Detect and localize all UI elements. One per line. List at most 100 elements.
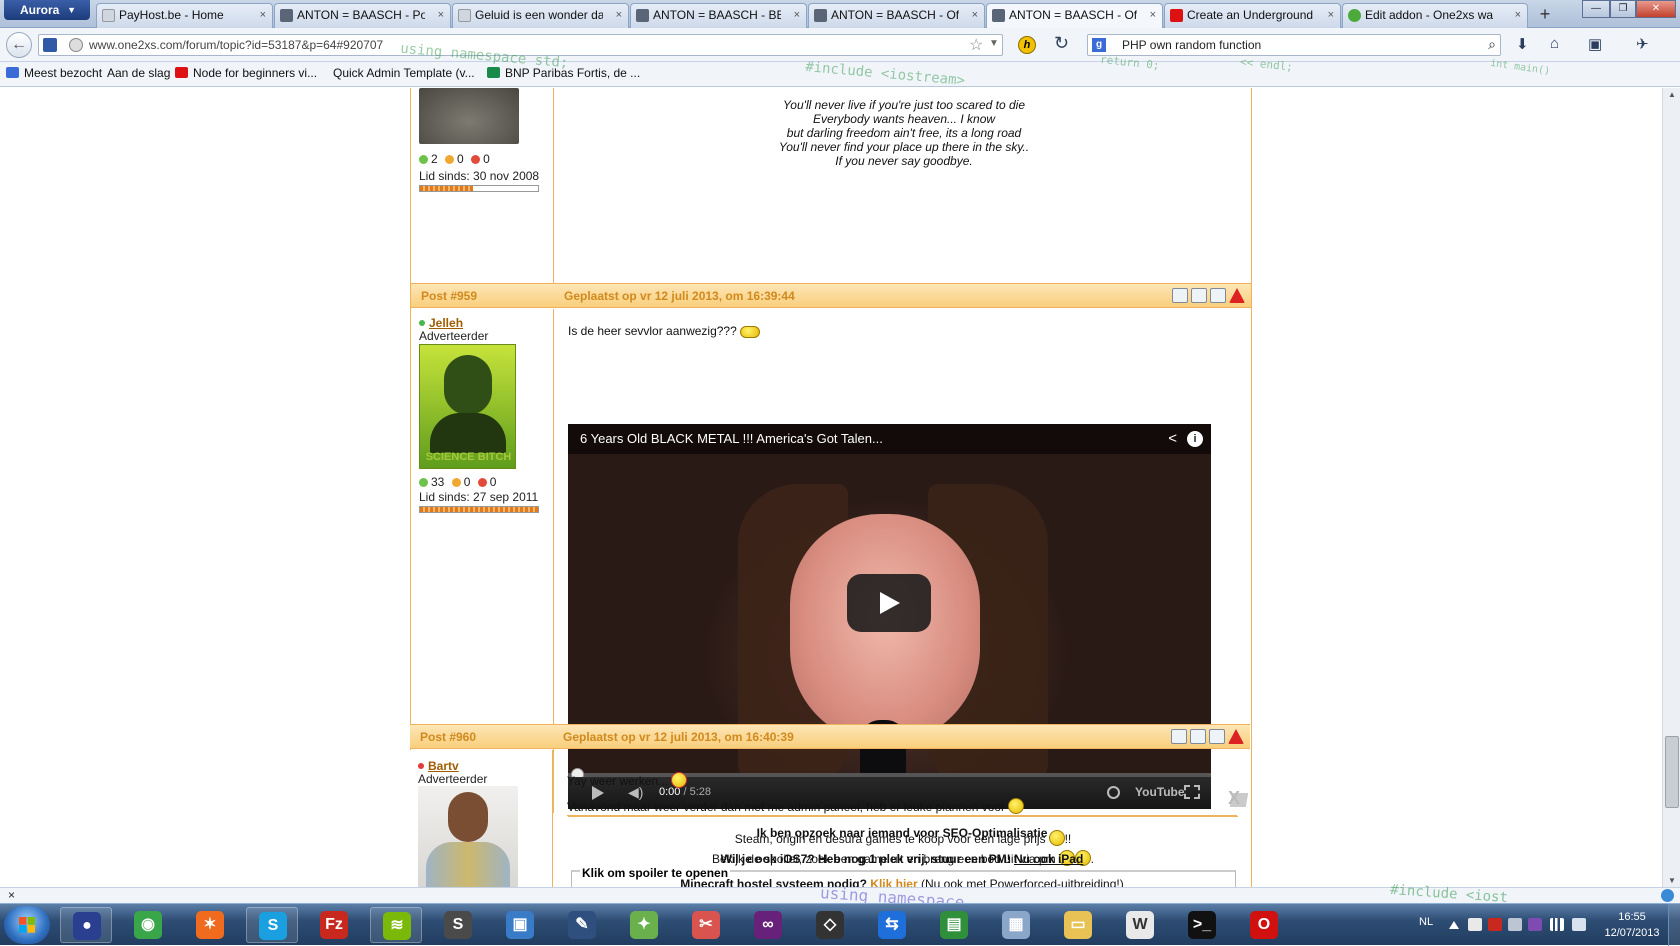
url-text[interactable]: www.one2xs.com/forum/topic?id=53187&p=64… [89, 38, 383, 52]
signature-text: Wil je ook iOS7? Heb nog 1 plek vrij, st… [720, 852, 1011, 866]
word-tray-icon[interactable] [1468, 918, 1482, 931]
taskbar-app-dreamweaver[interactable]: ✎ [556, 907, 608, 943]
tab-close-icon[interactable]: × [616, 4, 622, 27]
taskbar-app-snipping-tool[interactable]: ✂ [680, 907, 732, 943]
taskbar-app-word[interactable]: W [1114, 907, 1166, 943]
taskbar-app-spotify[interactable]: ≋ [370, 907, 422, 943]
taskbar-app-virtualbox[interactable]: ▣ [494, 907, 546, 943]
scroll-down-icon[interactable]: ▼ [1668, 876, 1676, 885]
network-signal-icon[interactable] [1550, 918, 1564, 931]
status-bar: × [0, 887, 1680, 903]
ipad-link[interactable]: Nu ook iPad [1014, 852, 1083, 866]
show-hidden-icons-icon[interactable] [1449, 921, 1459, 929]
usb-tray-icon[interactable] [1508, 918, 1522, 931]
clover-favicon-icon [1348, 9, 1361, 22]
taskbar-app-explorer[interactable]: ▭ [1052, 907, 1104, 943]
tab-close-icon[interactable]: × [438, 4, 444, 27]
search-bar[interactable]: g PHP own random function ⌕ [1087, 34, 1501, 56]
back-button[interactable]: ← [6, 32, 32, 58]
taskbar-app-firefox-aurora[interactable]: ● [60, 907, 112, 943]
post-username[interactable]: Bartv [418, 759, 459, 773]
language-indicator[interactable]: NL [1419, 916, 1433, 928]
taskbar-app-paint[interactable]: ✦ [618, 907, 670, 943]
new-tab-button[interactable]: + [1534, 4, 1556, 26]
tab-close-icon[interactable]: × [260, 4, 266, 27]
taskbar-app-remote-terminal[interactable]: ▤ [928, 907, 980, 943]
close-ad-icon[interactable]: X [1228, 788, 1240, 809]
browser-tab[interactable]: Geluid is een wonder da... × [452, 3, 629, 28]
taskbar-app-calculator[interactable]: ▦ [990, 907, 1042, 943]
start-button[interactable] [4, 906, 50, 944]
taskbar-app-visual-studio[interactable]: ∞ [742, 907, 794, 943]
chevron-down-icon[interactable]: ▼ [989, 38, 999, 49]
aurora-menu-button[interactable]: Aurora ▼ [4, 0, 90, 20]
filezilla-tray-icon[interactable] [1488, 918, 1502, 931]
chevron-down-icon: ▼ [67, 5, 76, 15]
minecraft-link[interactable]: Klik hier [870, 877, 917, 887]
tab-close-icon[interactable]: × [972, 4, 978, 27]
tools-icon[interactable]: ✈ [1636, 35, 1649, 53]
browser-tab-active[interactable]: ANTON = BAASCH - Of... × [986, 3, 1163, 29]
taskbar-app-sublime-text[interactable]: S [432, 907, 484, 943]
clock-date[interactable]: 12/07/2013 [1597, 927, 1667, 939]
opera-icon: O [1250, 911, 1278, 939]
tab-close-icon[interactable]: × [1328, 4, 1334, 27]
scroll-up-icon[interactable]: ▲ [1668, 90, 1676, 99]
bookmark-getting-started[interactable]: Aan de slag [107, 66, 170, 80]
thread-border [1251, 88, 1252, 887]
url-bar[interactable]: www.one2xs.com/forum/topic?id=53187&p=64… [38, 34, 1003, 56]
report-warning-icon[interactable] [1228, 729, 1244, 744]
addon-icon[interactable]: ▣ [1588, 35, 1602, 53]
taskbar-app-unity[interactable]: ◇ [804, 907, 856, 943]
maximize-button[interactable]: ❐ [1610, 0, 1636, 18]
bookmark-most-visited[interactable]: Meest bezocht [6, 66, 102, 80]
reload-icon[interactable]: ↻ [1054, 33, 1069, 54]
browser-tab[interactable]: ANTON = BAASCH - Po... × [274, 3, 451, 28]
home-icon[interactable]: ⌂ [1550, 35, 1559, 52]
site-identity-icon[interactable] [43, 38, 57, 52]
scrollbar-thumb[interactable] [1665, 736, 1679, 808]
browser-tab[interactable]: ANTON = BAASCH - Of... × [808, 3, 985, 28]
edit-icon[interactable] [1190, 729, 1206, 744]
bookmark-label: Meest bezocht [24, 66, 103, 80]
clock-time[interactable]: 16:55 [1597, 911, 1667, 923]
show-desktop-button[interactable] [1668, 904, 1680, 946]
quote-icon[interactable] [1171, 729, 1187, 744]
bookmark-admin-template[interactable]: Quick Admin Template (v... [333, 66, 475, 80]
browser-tab[interactable]: PayHost.be - Home × [96, 3, 273, 28]
close-statusbar-icon[interactable]: × [8, 888, 15, 902]
vs-tray-icon[interactable] [1528, 918, 1542, 931]
taskbar-app-teamviewer[interactable]: ⇆ [866, 907, 918, 943]
close-window-button[interactable]: ✕ [1636, 0, 1676, 18]
addon-status-icon[interactable] [1661, 889, 1674, 902]
tab-close-icon[interactable]: × [1515, 4, 1521, 27]
taskbar-app-chrome[interactable]: ◉ [122, 907, 174, 943]
reply-icon[interactable] [1209, 729, 1225, 744]
signature-text: (Nu ook met Powerforced-uitbreiding!) [920, 877, 1124, 887]
minimize-button[interactable]: — [1582, 0, 1610, 18]
taskbar-app-opera[interactable]: O [1238, 907, 1290, 943]
search-input[interactable]: PHP own random function [1122, 38, 1261, 52]
tab-close-icon[interactable]: × [1150, 4, 1156, 27]
bookmark-bnp-paribas[interactable]: BNP Paribas Fortis, de ... [487, 66, 640, 80]
post-number[interactable]: Post #960 [420, 730, 476, 744]
tab-favicon-icon [280, 9, 293, 22]
volume-icon[interactable] [1572, 918, 1586, 931]
taskbar-app-command-prompt[interactable]: >_ [1176, 907, 1228, 943]
bookmark-node-beginners[interactable]: Node for beginners vi... [175, 66, 317, 80]
taskbar-app-filezilla[interactable]: Fz [308, 907, 360, 943]
tab-close-icon[interactable]: × [794, 4, 800, 27]
google-icon[interactable]: g [1092, 38, 1106, 52]
browser-tab[interactable]: Create an Underground ... × [1164, 3, 1341, 28]
taskbar-app-skype[interactable]: S [246, 907, 298, 943]
browser-tab[interactable]: Edit addon - One2xs wa... × [1342, 3, 1528, 28]
extension-icon[interactable]: h [1018, 36, 1036, 54]
browser-tab[interactable]: ANTON = BAASCH - BB... × [630, 3, 807, 28]
page-scrollbar[interactable]: ▲ ▼ [1662, 88, 1680, 887]
taskbar-app-xampp[interactable]: ✶ [184, 907, 236, 943]
avatar-shoulders [426, 842, 510, 887]
bookmark-star-icon[interactable]: ☆ [969, 35, 983, 55]
downloads-icon[interactable]: ⬇ [1516, 35, 1529, 53]
youtube-favicon-icon [1170, 9, 1183, 22]
search-icon[interactable]: ⌕ [1488, 36, 1496, 53]
